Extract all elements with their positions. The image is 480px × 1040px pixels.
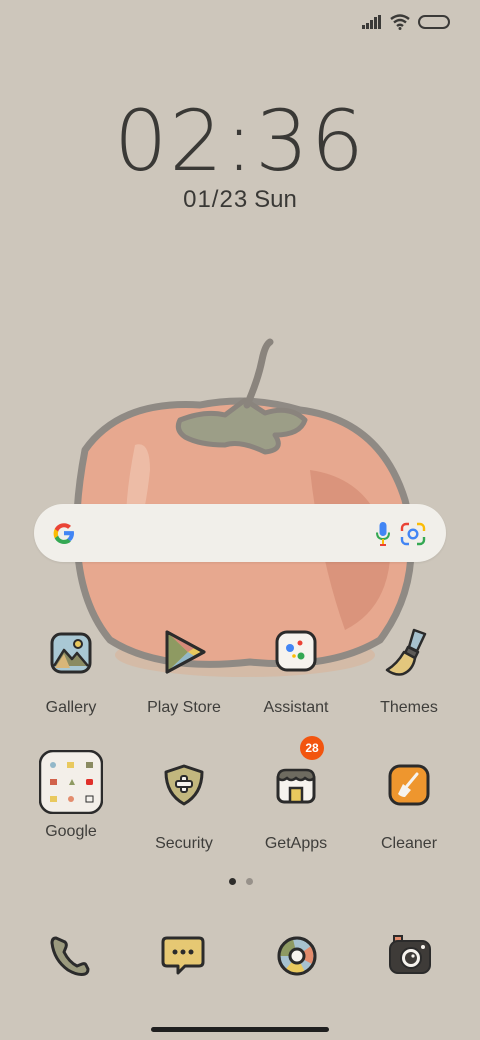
dock-camera[interactable] (378, 932, 442, 985)
app-gallery[interactable]: Gallery (16, 626, 126, 717)
app-play-store[interactable]: Play Store (129, 626, 239, 717)
app-label-themes: Themes (380, 699, 438, 716)
mic-icon[interactable] (376, 522, 390, 546)
dock-browser[interactable] (265, 932, 329, 985)
google-folder-icon (38, 749, 104, 815)
wifi-icon (390, 14, 410, 30)
gallery-icon (50, 632, 92, 674)
app-label-getapps: GetApps (264, 835, 328, 852)
app-getapps[interactable]: 28 GetApps (241, 736, 351, 853)
messages-icon (161, 936, 205, 975)
app-assistant[interactable]: Assistant (241, 626, 351, 717)
browser-icon (277, 936, 317, 976)
getapps-update-badge: 28 (300, 736, 324, 760)
page-indicator[interactable] (229, 878, 253, 885)
page-dot-active[interactable] (229, 878, 236, 885)
assistant-icon (275, 630, 317, 672)
getapps-store-icon (276, 768, 316, 804)
app-label-google: Google (45, 823, 97, 840)
app-security[interactable]: Security (129, 762, 239, 853)
google-g-icon (53, 523, 74, 544)
app-label-security: Security (155, 835, 213, 852)
signal-icon (362, 15, 381, 29)
security-shield-icon (164, 764, 204, 806)
lens-icon[interactable] (400, 522, 426, 546)
app-label-cleaner: Cleaner (380, 835, 438, 852)
app-label-gallery: Gallery (45, 699, 97, 716)
date-label[interactable]: 01/23 Sun (0, 186, 480, 214)
app-cleaner[interactable]: Cleaner (354, 762, 464, 853)
page-dot[interactable] (246, 878, 253, 885)
date-value: 01/23 (183, 186, 249, 213)
play-store-icon (165, 630, 206, 674)
app-folder-google[interactable]: Google (16, 749, 126, 841)
clock-widget[interactable]: 02:36 (0, 92, 480, 190)
home-gesture-bar[interactable] (151, 1027, 329, 1032)
dock-phone[interactable] (38, 932, 102, 985)
camera-icon (389, 935, 431, 974)
cleaner-broom-icon (388, 764, 430, 806)
app-label-play-store: Play Store (147, 699, 221, 716)
themes-icon (385, 628, 427, 676)
phone-icon (50, 936, 90, 976)
weekday-value: Sun (254, 186, 297, 213)
app-label-assistant: Assistant (263, 699, 329, 716)
status-bar (362, 14, 450, 30)
battery-icon (418, 15, 450, 29)
app-themes[interactable]: Themes (354, 626, 464, 717)
dock-messages[interactable] (151, 932, 215, 985)
google-search-bar[interactable] (34, 504, 446, 562)
